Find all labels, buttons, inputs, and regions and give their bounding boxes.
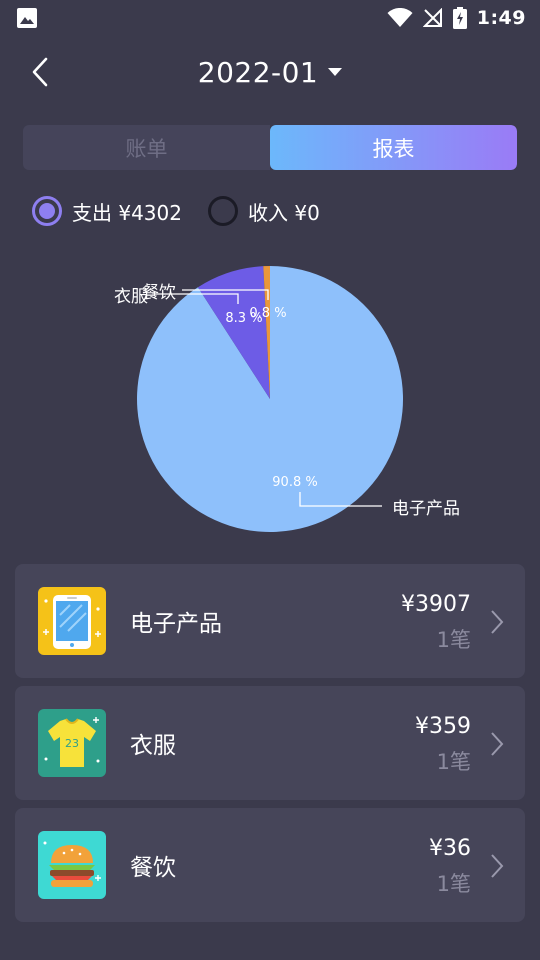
phone-icon <box>38 587 106 655</box>
gallery-notification-icon <box>17 8 37 28</box>
chevron-right-icon <box>491 610 504 634</box>
expense-label: 支出 ¥4302 <box>72 200 182 225</box>
chevron-right-icon <box>491 732 504 756</box>
category-amount: ¥3907 <box>401 592 471 617</box>
pie-chart-svg: 90.8 %电子产品8.3 %衣服0.8 %餐饮 <box>114 266 460 532</box>
radio-unchecked-icon <box>207 196 238 226</box>
status-bar: 1:49 <box>0 0 540 36</box>
no-signal-icon <box>422 8 442 27</box>
status-time: 1:49 <box>476 7 526 29</box>
tab-report[interactable]: 报表 <box>270 125 517 170</box>
radio-checked-icon <box>32 196 62 226</box>
chevron-right-icon <box>491 854 504 878</box>
category-name: 餐饮 <box>130 855 176 881</box>
pie-category-label-dining: 餐饮 <box>142 283 176 303</box>
wifi-icon <box>387 8 413 27</box>
pie-percent-label-dining: 0.8 % <box>249 306 286 321</box>
category-card-clothing[interactable]: 23 衣服 ¥359 1笔 <box>15 686 525 800</box>
month-label: 2022-01 <box>197 56 319 89</box>
category-count: 1笔 <box>436 750 471 774</box>
category-name: 衣服 <box>130 733 176 759</box>
category-name: 电子产品 <box>130 611 222 637</box>
pie-category-label-electronics: 电子产品 <box>392 499 460 519</box>
expense-radio[interactable]: 支出 ¥4302 <box>32 196 182 226</box>
type-filter: 支出 ¥4302 收入 ¥0 <box>32 194 346 228</box>
income-label: 收入 ¥0 <box>247 200 320 225</box>
income-radio[interactable]: 收入 ¥0 <box>207 196 320 226</box>
tab-bills[interactable]: 账单 <box>23 125 270 170</box>
category-count: 1笔 <box>436 628 471 652</box>
burger-icon <box>38 831 106 899</box>
header: 2022-01 <box>0 44 540 106</box>
category-list: 电子产品 ¥3907 1笔 23 衣服 ¥359 1笔 餐饮 ¥36 1笔 <box>15 564 525 930</box>
category-card-dining[interactable]: 餐饮 ¥36 1笔 <box>15 808 525 922</box>
status-icons: 1:49 <box>387 7 526 29</box>
category-count: 1笔 <box>436 872 471 896</box>
expense-pie-chart: 90.8 % 电子产品 8.3 % 衣服 0.8 % 餐饮 <box>0 240 540 550</box>
pie-percent-label-electronics: 90.8 % <box>272 475 317 490</box>
view-tabs: 账单 报表 <box>23 125 517 170</box>
tshirt-icon: 23 <box>38 709 106 777</box>
category-amount: ¥36 <box>429 836 471 861</box>
battery-charging-icon <box>452 7 467 29</box>
category-card-electronics[interactable]: 电子产品 ¥3907 1笔 <box>15 564 525 678</box>
category-amount: ¥359 <box>415 714 471 739</box>
caret-down-icon <box>328 68 343 76</box>
jersey-number: 23 <box>65 737 79 750</box>
month-selector[interactable]: 2022-01 <box>0 56 540 89</box>
